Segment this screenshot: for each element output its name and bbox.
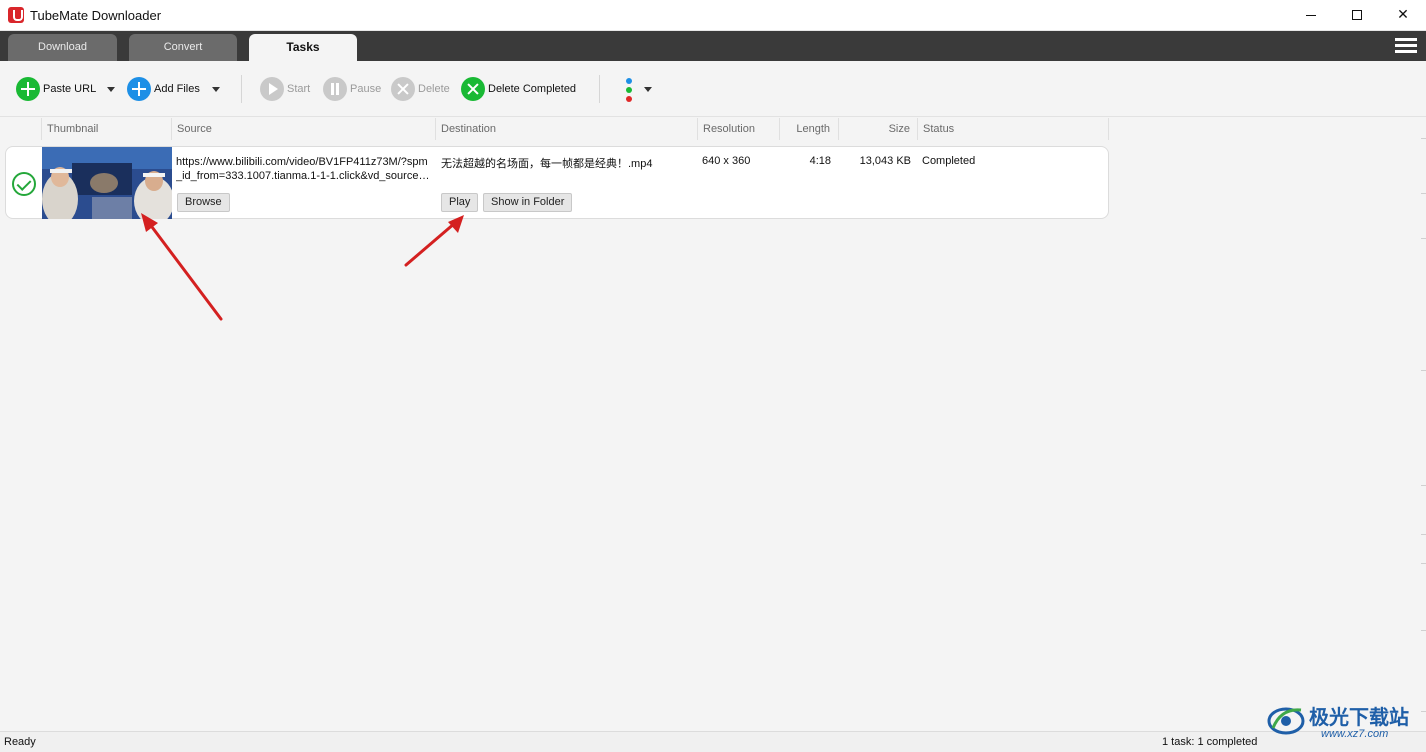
- paste-url-dropdown-icon[interactable]: [107, 87, 115, 92]
- source-url-line: _id_from=333.1007.tianma.1-1-1.click&vd_…: [176, 170, 431, 182]
- close-button[interactable]: ✕: [1380, 0, 1426, 31]
- delete-label: Delete: [418, 83, 450, 95]
- tab-bar: Download Convert Tasks: [0, 31, 1426, 61]
- length-value: 4:18: [809, 155, 831, 167]
- task-row[interactable]: https://www.bilibili.com/video/BV1FP411z…: [5, 146, 1109, 219]
- play-button[interactable]: Play: [441, 193, 479, 212]
- more-options-dropdown-icon[interactable]: [644, 87, 652, 92]
- toolbar-divider: [241, 75, 242, 103]
- column-thumbnail[interactable]: Thumbnail: [41, 118, 171, 140]
- annotation-arrow: [404, 215, 464, 267]
- watermark-logo-icon: [1267, 707, 1305, 735]
- add-files-button[interactable]: Add Files: [127, 77, 200, 101]
- close-icon: ✕: [1397, 7, 1409, 23]
- add-files-label: Add Files: [154, 83, 200, 95]
- start-label: Start: [287, 83, 311, 95]
- play-icon: [260, 77, 284, 101]
- column-status[interactable]: Status: [917, 118, 1109, 140]
- resolution-value: 640 x 360: [702, 155, 751, 167]
- minimize-icon: [1306, 14, 1316, 16]
- toolbar-divider: [599, 75, 600, 103]
- delete-icon: [391, 77, 415, 101]
- show-in-folder-button[interactable]: Show in Folder: [483, 193, 573, 212]
- watermark-url: www.xz7.com: [1321, 728, 1389, 740]
- menu-icon[interactable]: [1395, 38, 1417, 54]
- video-thumbnail[interactable]: [42, 147, 172, 219]
- watermark: 极光下载站 www.xz7.com: [1265, 698, 1420, 744]
- delete-completed-button[interactable]: Delete Completed: [461, 77, 576, 101]
- size-value: 13,043 KB: [859, 155, 911, 167]
- plus-icon: [127, 77, 151, 101]
- start-button[interactable]: Start: [260, 77, 310, 101]
- app-logo-icon: [8, 7, 24, 23]
- title-bar: TubeMate Downloader ✕: [0, 0, 1426, 31]
- pause-icon: [323, 77, 347, 101]
- maximize-icon: [1352, 10, 1362, 20]
- annotation-arrow: [141, 213, 223, 321]
- delete-button[interactable]: Delete: [391, 77, 450, 101]
- window-title: TubeMate Downloader: [30, 8, 162, 23]
- destination-filename: 无法超越的名场面，每一帧都是经典！.mp4: [441, 158, 653, 170]
- more-options-icon[interactable]: [626, 78, 634, 102]
- thumbnail-image: [42, 147, 172, 219]
- column-header-row: Thumbnail Source Destination Resolution …: [0, 118, 1110, 140]
- delete-completed-label: Delete Completed: [488, 83, 577, 95]
- tab-tasks[interactable]: Tasks: [249, 34, 357, 61]
- browse-button[interactable]: Browse: [177, 193, 230, 212]
- status-text: Ready: [4, 736, 36, 748]
- minimize-button[interactable]: [1288, 0, 1334, 31]
- pause-label: Pause: [350, 83, 382, 95]
- tab-download[interactable]: Download: [8, 34, 117, 61]
- paste-url-button[interactable]: Paste URL: [16, 77, 96, 101]
- pause-button[interactable]: Pause: [323, 77, 381, 101]
- status-value: Completed: [922, 155, 976, 167]
- vertical-scrollbar[interactable]: [1421, 118, 1426, 730]
- task-count: 1 task: 1 completed: [1162, 736, 1258, 748]
- tab-convert[interactable]: Convert: [129, 34, 237, 61]
- completed-check-icon: [12, 172, 36, 196]
- plus-icon: [16, 77, 40, 101]
- source-url-line: https://www.bilibili.com/video/BV1FP411z…: [176, 156, 428, 168]
- toolbar: Paste URL Add Files Start Pause Delete D…: [0, 61, 1426, 117]
- delete-completed-icon: [461, 77, 485, 101]
- paste-url-label: Paste URL: [43, 83, 97, 95]
- source-url: https://www.bilibili.com/video/BV1FP411z…: [176, 155, 431, 183]
- maximize-button[interactable]: [1334, 0, 1380, 31]
- column-resolution[interactable]: Resolution: [697, 118, 779, 140]
- column-length[interactable]: Length: [779, 118, 838, 140]
- status-bar: Ready 1 task: 1 completed: [0, 731, 1426, 752]
- add-files-dropdown-icon[interactable]: [212, 87, 220, 92]
- watermark-name: 极光下载站: [1309, 705, 1409, 729]
- column-source[interactable]: Source: [171, 118, 436, 140]
- column-destination[interactable]: Destination: [435, 118, 697, 140]
- column-size[interactable]: Size: [838, 118, 918, 140]
